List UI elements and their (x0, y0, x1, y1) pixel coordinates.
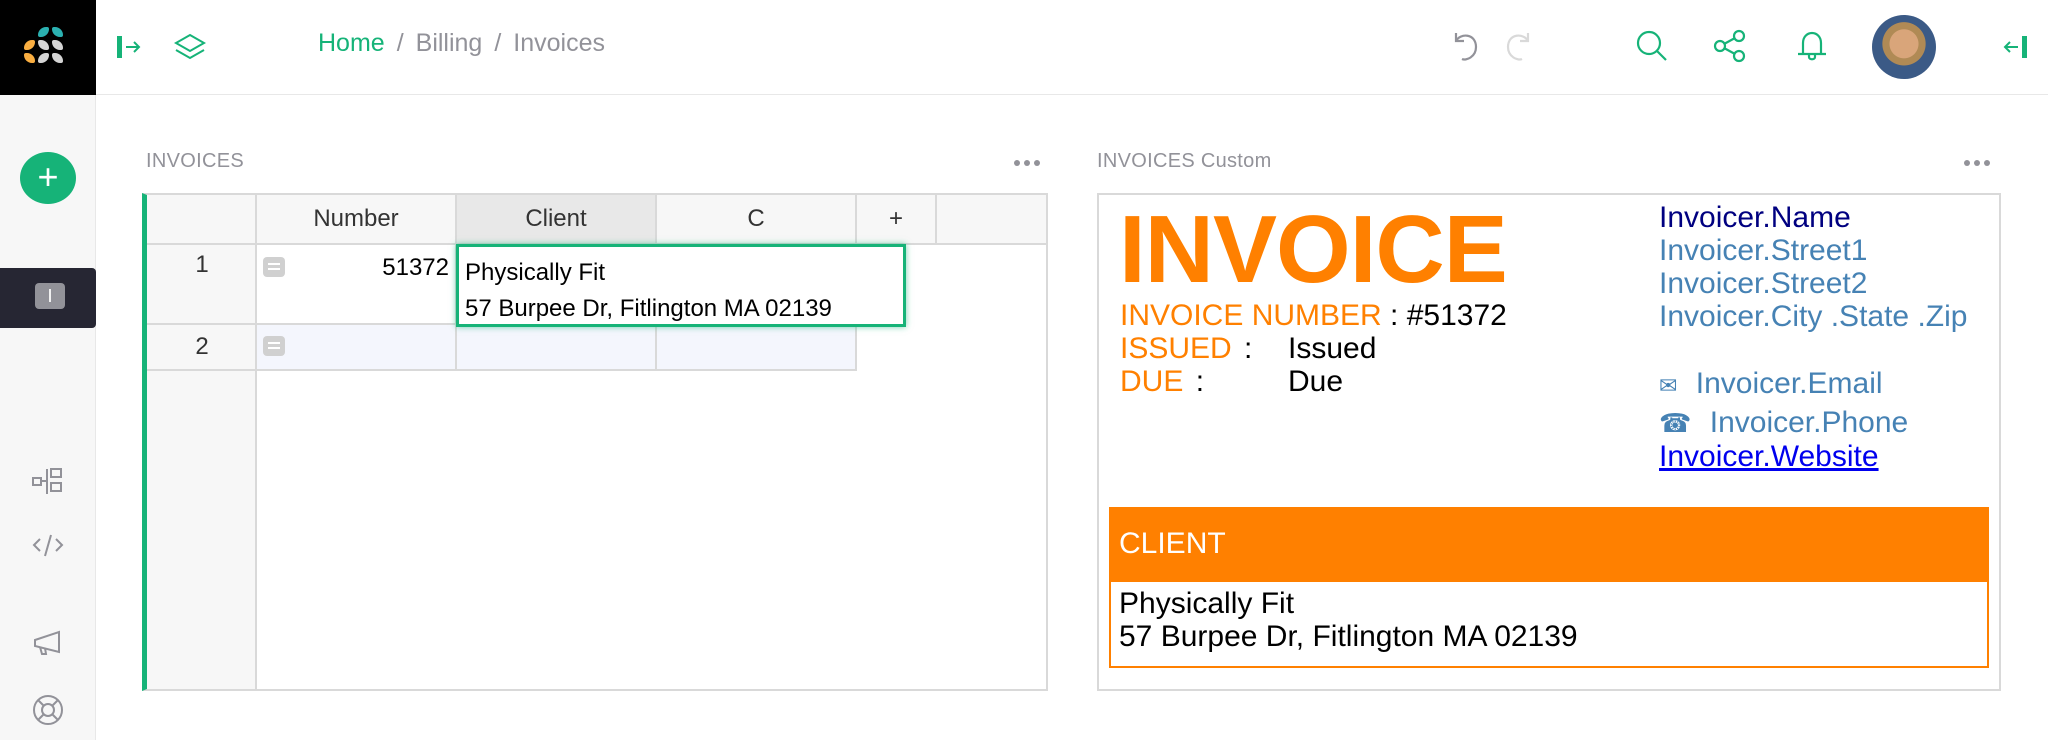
invoicer-city-state-zip: Invoicer.City .State .Zip (1659, 300, 1968, 333)
client-details: Physically Fit 57 Burpee Dr, Fitlington … (1109, 582, 1989, 668)
invoicer-phone: Invoicer.Phone (1709, 406, 1909, 439)
megaphone-icon[interactable] (28, 624, 68, 664)
due-sep: : (1195, 365, 1205, 398)
redo-icon[interactable] (1500, 28, 1536, 64)
invoicer-website-link[interactable]: Invoicer.Website (1659, 440, 1967, 473)
avatar[interactable] (1872, 15, 1936, 79)
breadcrumb-home[interactable]: Home (318, 29, 385, 58)
invoices-grid: Number Client C + 1 51372 2 Physically F… (142, 193, 1048, 691)
client-heading: CLIENT (1109, 507, 1989, 582)
issued-row: ISSUED : Issued (1120, 332, 1507, 365)
due-row: DUE : Due (1120, 365, 1507, 398)
breadcrumb: Home / Billing / Invoices (318, 29, 605, 58)
row-menu-icon[interactable] (263, 257, 285, 277)
custom-section-title[interactable]: INVOICES Custom (1097, 150, 1272, 173)
invoicer-block: Invoicer.Name Invoicer.Street1 Invoicer.… (1659, 201, 1967, 473)
layers-icon (172, 30, 208, 66)
help-icon[interactable] (28, 690, 68, 730)
due-label: DUE (1120, 365, 1184, 398)
cell-client-new[interactable] (457, 325, 657, 371)
app-logo[interactable] (0, 0, 96, 95)
client-name: Physically Fit (1119, 587, 1295, 620)
invoicer-name: Invoicer.Name (1659, 201, 1851, 234)
email-icon: ✉ (1659, 373, 1678, 398)
breadcrumb-invoices[interactable]: Invoices (513, 29, 605, 58)
share-icon[interactable] (1712, 28, 1748, 64)
cell-number-value: 51372 (382, 254, 449, 281)
add-column-button[interactable]: + (857, 195, 937, 245)
grid-section-menu-icon[interactable] (1014, 160, 1040, 166)
grid-section-title[interactable]: INVOICES (146, 150, 244, 173)
row-number[interactable]: 1 (147, 245, 257, 325)
undo-icon[interactable] (1448, 28, 1484, 64)
logo-leaf (52, 53, 63, 63)
invoicer-email-row: ✉ Invoicer.Email (1659, 367, 1967, 402)
invoice-custom-widget: INVOICE INVOICE NUMBER : #51372 ISSUED :… (1097, 193, 2001, 691)
custom-section-menu-icon[interactable] (1964, 160, 1990, 166)
panel-expand-icon[interactable] (114, 32, 144, 62)
logo-leaf (38, 27, 49, 37)
column-header-c[interactable]: C (657, 195, 857, 245)
breadcrumb-billing[interactable]: Billing (416, 29, 483, 58)
bell-icon[interactable] (1794, 28, 1830, 64)
issued-value: Issued (1288, 332, 1377, 365)
search-icon[interactable] (1634, 28, 1670, 64)
invoice-heading: INVOICE (1119, 196, 1508, 303)
add-new-button[interactable]: + (20, 152, 76, 204)
invoicer-phone-row: ☎ Invoicer.Phone (1659, 406, 1967, 440)
page-item-invoices[interactable]: I (0, 268, 96, 328)
editor-line-address: 57 Burpee Dr, Fitlington MA 02139 (465, 295, 832, 322)
invoice-number-row: INVOICE NUMBER : #51372 (1120, 299, 1507, 332)
logo-leaf (52, 40, 63, 50)
issued-sep: : (1244, 332, 1253, 365)
top-bar: Home / Billing / Invoices (96, 0, 2048, 95)
invoicer-street2: Invoicer.Street2 (1659, 267, 1868, 300)
issued-label: ISSUED (1120, 332, 1232, 365)
invoice-meta: INVOICE NUMBER : #51372 ISSUED : Issued … (1120, 299, 1507, 398)
cell-c-new[interactable] (657, 325, 857, 371)
phone-icon: ☎ (1659, 408, 1692, 438)
cell-editor[interactable]: Physically Fit 57 Burpee Dr, Fitlington … (456, 244, 906, 327)
logo-leaf (24, 40, 35, 50)
invoice-number-value: : #51372 (1390, 299, 1507, 332)
logo-leaf (52, 27, 63, 37)
logo-leaf (24, 53, 35, 63)
breadcrumb-separator: / (494, 29, 502, 57)
page-initial: I (35, 283, 65, 309)
row-number-new[interactable]: 2 (147, 325, 257, 371)
invoicer-street1: Invoicer.Street1 (1659, 234, 1868, 267)
breadcrumb-separator: / (396, 29, 404, 57)
cell-number-new[interactable] (257, 325, 457, 371)
invoicer-email: Invoicer.Email (1695, 367, 1883, 400)
invoice-number-label: INVOICE NUMBER (1120, 299, 1382, 332)
client-address: 57 Burpee Dr, Fitlington MA 02139 (1119, 620, 1578, 653)
code-icon[interactable] (28, 525, 68, 565)
header-filler (937, 195, 1046, 245)
column-header-client[interactable]: Client (457, 195, 657, 245)
cell-number[interactable]: 51372 (257, 245, 457, 325)
logo-leaf (38, 40, 49, 50)
panel-collapse-icon[interactable] (2000, 32, 2030, 62)
column-header-number[interactable]: Number (257, 195, 457, 245)
gutter-header[interactable] (147, 195, 257, 245)
logo-leaf (38, 53, 49, 63)
due-value: Due (1288, 365, 1344, 398)
row-menu-icon[interactable] (263, 336, 285, 356)
raw-data-icon[interactable] (28, 462, 68, 502)
editor-line-name: Physically Fit (465, 259, 606, 286)
left-rail: + I (0, 0, 96, 740)
